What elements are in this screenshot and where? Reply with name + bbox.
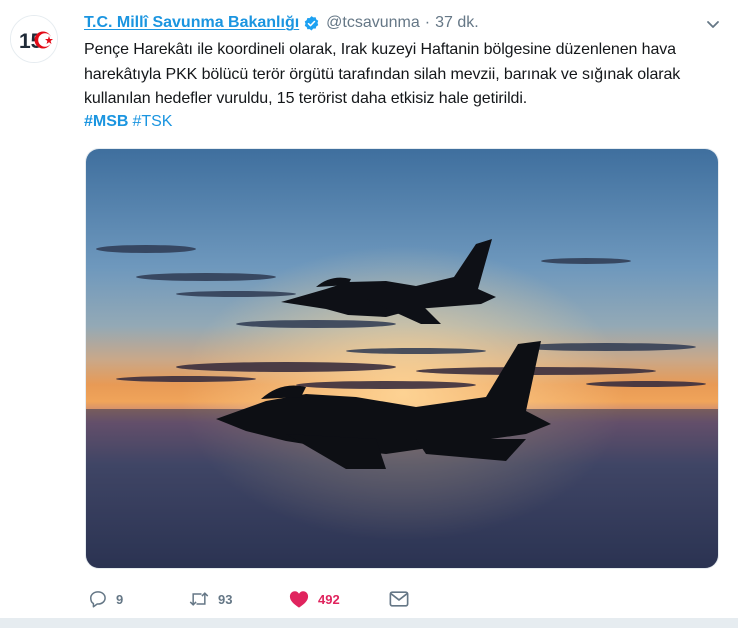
timestamp[interactable]: 37 dk. (435, 14, 479, 32)
separator-dot: · (424, 14, 431, 31)
divider (0, 618, 738, 628)
tweet-actions: 9 93 492 (84, 585, 684, 613)
display-name[interactable]: T.C. Millî Savunma Bakanlığı (84, 14, 299, 32)
like-button[interactable]: 492 (288, 585, 340, 613)
retweet-button[interactable]: 93 (188, 585, 232, 613)
direct-message-button[interactable] (388, 585, 410, 613)
like-count: 492 (318, 591, 340, 607)
avatar-logo: 15 (11, 16, 57, 62)
hashtag-list: #MSB #TSK (84, 111, 176, 133)
chevron-down-icon[interactable] (704, 15, 722, 33)
tweet-header: T.C. Millî Savunma Bakanlığı @tcsavunma … (84, 12, 698, 34)
verified-badge-icon (303, 15, 320, 32)
tweet-card[interactable]: 15 T.C. Millî Savunma Bakanlığı @tcsavun… (0, 0, 738, 628)
heart-icon (289, 591, 309, 608)
sunset-jets-photo (86, 149, 718, 568)
hashtag-tsk[interactable]: #TSK (132, 113, 172, 130)
hashtag-msb[interactable]: #MSB (84, 113, 128, 130)
tweet-photo[interactable] (85, 148, 719, 569)
reply-icon (90, 591, 106, 608)
avatar[interactable]: 15 (10, 15, 58, 63)
reply-count: 9 (116, 591, 124, 607)
retweet-count: 93 (218, 591, 233, 607)
handle[interactable]: @tcsavunma (326, 14, 420, 32)
reply-button[interactable]: 9 (88, 585, 123, 613)
envelope-icon (389, 591, 409, 607)
retweet-icon (189, 592, 209, 606)
tweet-text: Pençe Harekâtı ile koordineli olarak, Ir… (84, 41, 681, 107)
